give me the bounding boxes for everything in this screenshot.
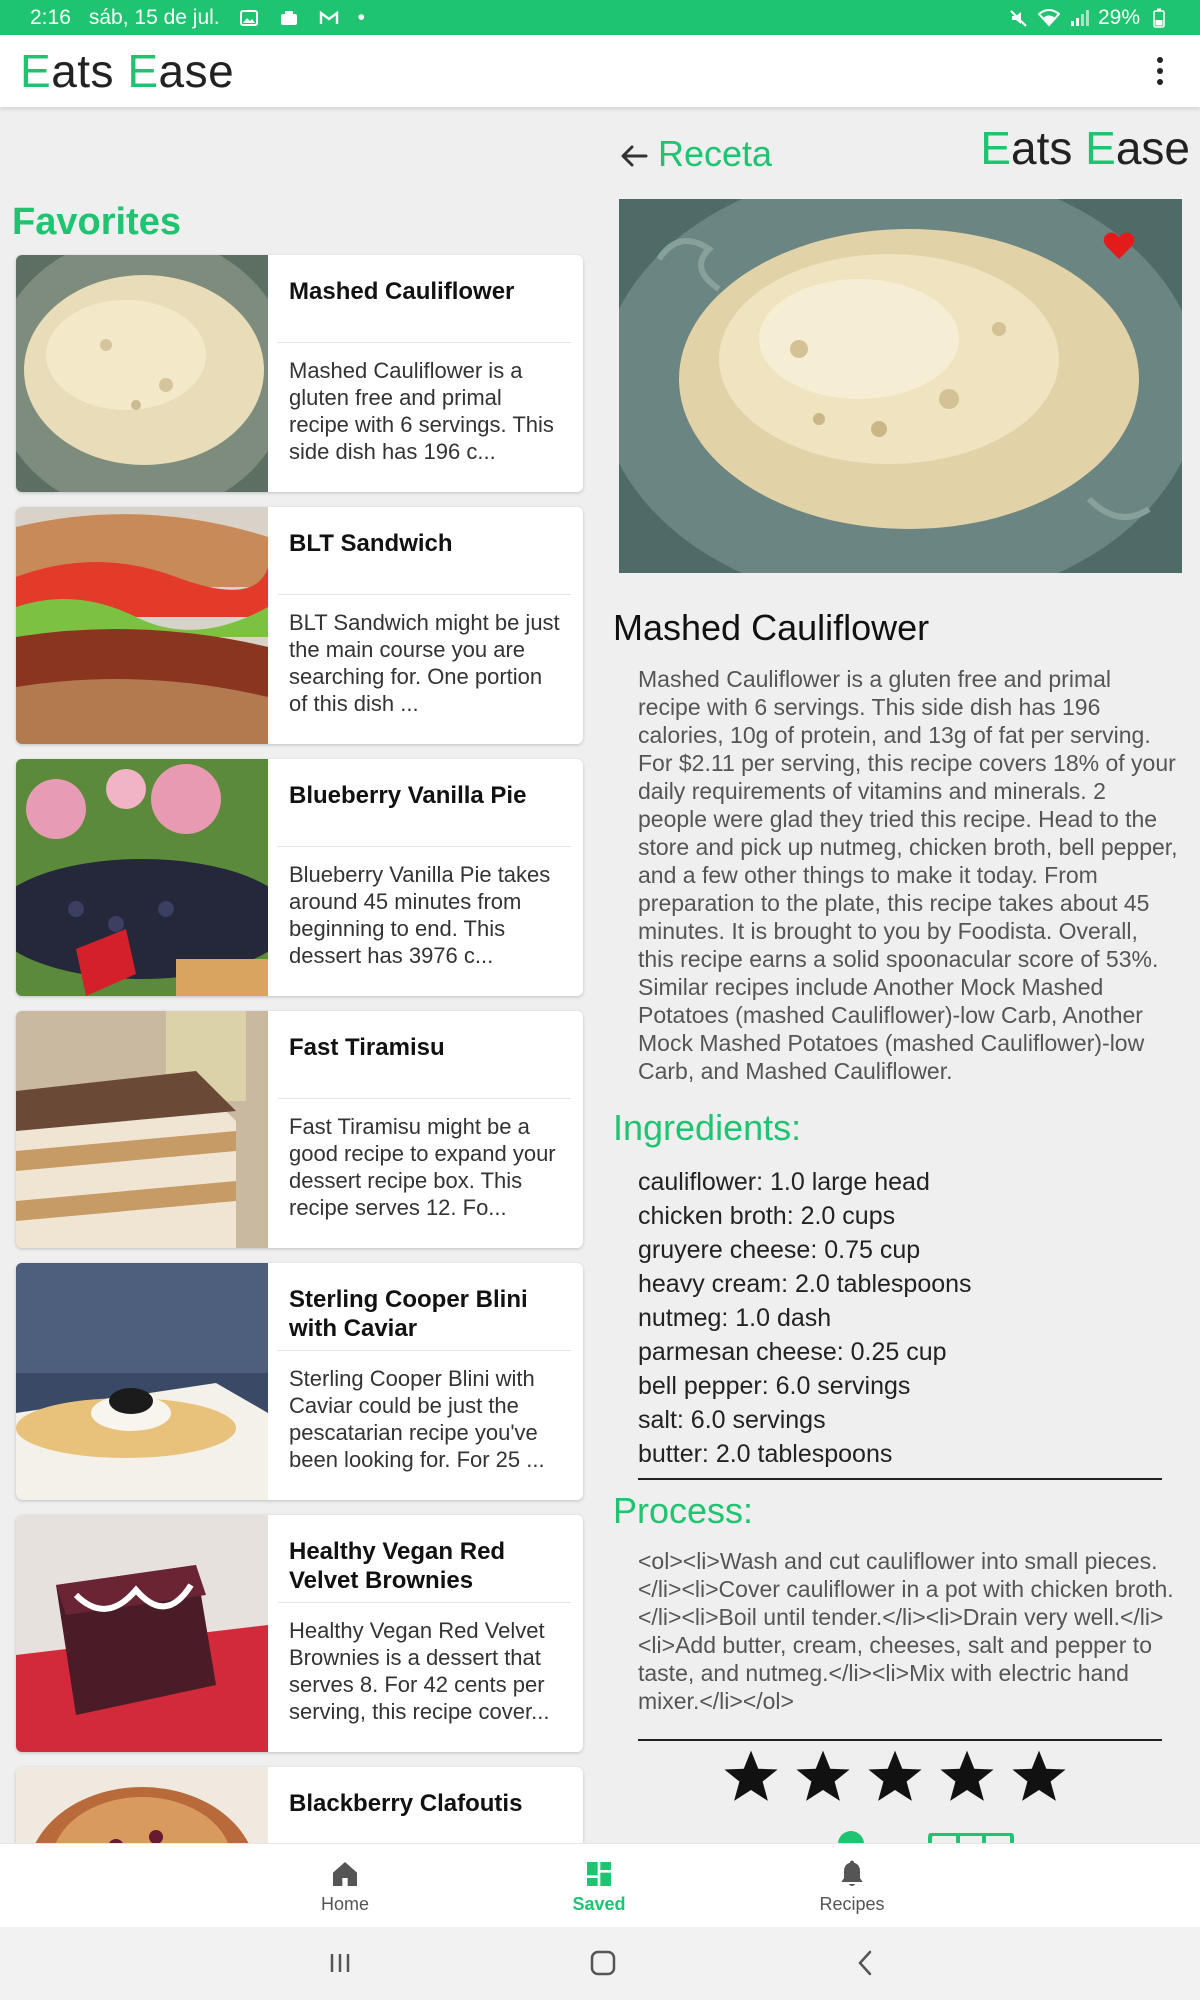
process-divider [638,1739,1162,1741]
nav-home-label: Home [320,1893,369,1914]
more-options-icon[interactable] [1140,51,1180,91]
star-icon[interactable] [938,1747,996,1805]
system-navigation-bar [0,1927,1200,2000]
wifi-icon [1037,8,1060,27]
bottom-navigation: Home Saved Recipes [0,1843,1200,1927]
ingredient-item: gruyere cheese: 0.75 cup [638,1236,921,1264]
ingredient-item: salt: 6.0 servings [638,1406,826,1434]
recipe-title: Mashed Cauliflower [278,255,571,343]
back-arrow-icon[interactable] [618,140,650,172]
detail-header-title: Receta [658,133,773,174]
ingredient-item: cauliflower: 1.0 large head [638,1168,930,1196]
favorites-panel: Favorites Mashed Cauliflower Mashed Caul… [0,107,600,1843]
recipe-image [16,1263,268,1500]
recipe-description: Blueberry Vanilla Pie takes around 45 mi… [289,862,551,968]
dashboard-icon [587,1861,611,1886]
recipe-title: Blueberry Vanilla Pie [278,759,571,847]
gmail-icon [318,9,340,27]
recipe-detail-title: Mashed Cauliflower [613,607,930,648]
ingredient-item: parmesan cheese: 0.25 cup [638,1338,947,1366]
gallery-icon [238,9,260,27]
back-button-icon[interactable] [846,1945,886,1981]
nav-saved-label: Saved [572,1893,626,1914]
ingredients-divider [638,1478,1162,1480]
ingredients-list: cauliflower: 1.0 large head chicken brot… [638,1165,1178,1471]
process-title: Process: [613,1490,754,1531]
ingredient-item: chicken broth: 2.0 cups [638,1202,896,1230]
status-left: 2:16 sáb, 15 de jul. • [30,6,365,30]
ingredient-item: butter: 2.0 tablespoons [638,1440,893,1468]
recipe-title: Fast Tiramisu [278,1011,571,1099]
rating-stars[interactable] [722,1747,1068,1805]
recipe-description: Fast Tiramisu might be a good recipe to … [289,1114,556,1220]
recipe-description: Sterling Cooper Blini with Caviar could … [289,1366,545,1472]
ingredient-item: nutmeg: 1.0 dash [638,1304,832,1332]
nav-recipes-label: Recipes [819,1893,885,1914]
recipe-card[interactable]: Mashed Cauliflower Mashed Cauliflower is… [16,255,583,492]
recipe-card[interactable]: BLT Sandwich BLT Sandwich might be just … [16,507,583,744]
mute-icon [1008,9,1030,27]
battery-percent: 29% [1097,5,1140,29]
status-right: 29% [1008,6,1170,30]
ingredient-item: heavy cream: 2.0 tablespoons [638,1270,972,1298]
recipe-card-body: Mashed Cauliflower Mashed Cauliflower is… [268,255,583,492]
recipe-title: BLT Sandwich [278,507,571,595]
recipe-card-body: BLT Sandwich BLT Sandwich might be just … [268,507,583,744]
recipe-card-body: Sterling Cooper Blini with Caviar Sterli… [268,1263,583,1500]
recipe-summary: Mashed Cauliflower is a gluten free and … [638,666,1178,1084]
star-icon[interactable] [794,1747,852,1805]
recipe-description: BLT Sandwich might be just the main cour… [289,610,560,716]
status-dot: • [357,5,365,29]
battery-icon [1148,8,1170,28]
recipe-image [16,507,268,744]
recipe-card[interactable]: Blueberry Vanilla Pie Blueberry Vanilla … [16,759,583,996]
nav-saved[interactable]: Saved [499,1844,699,1928]
recipe-title: Healthy Vegan Red Velvet Brownies [278,1515,571,1603]
recent-apps-icon[interactable] [320,1945,360,1981]
status-bar: 2:16 sáb, 15 de jul. • 29% [0,0,1200,35]
recipe-card[interactable]: Fast Tiramisu Fast Tiramisu might be a g… [16,1011,583,1248]
recipe-image [16,1767,268,1843]
recipe-hero-image [619,199,1182,573]
recipe-card[interactable]: Blackberry Clafoutis [16,1767,583,1843]
recipe-image [16,759,292,996]
bell-icon [841,1860,863,1886]
star-icon[interactable] [1010,1747,1068,1805]
status-date: sáb, 15 de jul. [88,5,220,29]
recipe-card[interactable]: Healthy Vegan Red Velvet Brownies Health… [16,1515,583,1752]
favorites-title: Favorites [12,201,181,243]
nav-home[interactable]: Home [245,1844,445,1928]
star-icon[interactable] [866,1747,924,1805]
recipe-card-body: Blackberry Clafoutis [268,1767,583,1843]
recipe-card[interactable]: Sterling Cooper Blini with Caviar Sterli… [16,1263,583,1500]
nav-recipes[interactable]: Recipes [752,1844,952,1928]
price-icon [928,1833,1014,1843]
signal-icon [1068,9,1090,27]
favorite-heart-icon[interactable] [1102,229,1136,263]
recipe-card-body: Fast Tiramisu Fast Tiramisu might be a g… [268,1011,583,1248]
app-logo: Eats Ease [20,45,235,97]
recipe-card-body: Blueberry Vanilla Pie Blueberry Vanilla … [268,759,583,996]
app-notification-icon [278,9,300,27]
ingredient-item: bell pepper: 6.0 servings [638,1372,911,1400]
detail-logo: Eats Ease [980,122,1190,174]
recipe-image [16,255,292,492]
status-time: 2:16 [30,5,71,29]
home-button-icon[interactable] [583,1945,623,1981]
process-text: <ol><li>Wash and cut cauliflower into sm… [638,1548,1174,1714]
recipe-title: Sterling Cooper Blini with Caviar [278,1263,571,1351]
recipe-detail-panel: Receta Eats Ease Mashed Cauliflower Mash… [600,107,1200,1843]
servings-icon [838,1831,864,1843]
recipe-card-body: Healthy Vegan Red Velvet Brownies Health… [268,1515,583,1752]
recipe-title: Blackberry Clafoutis [278,1767,571,1843]
home-icon [333,1861,357,1886]
recipe-description: Healthy Vegan Red Velvet Brownies is a d… [289,1618,550,1724]
recipe-image [16,1515,268,1752]
star-icon[interactable] [722,1747,780,1805]
recipe-description: Mashed Cauliflower is a gluten free and … [289,358,554,464]
ingredients-title: Ingredients: [613,1107,802,1148]
recipe-image [16,1011,268,1248]
app-bar: Eats Ease [0,35,1200,107]
